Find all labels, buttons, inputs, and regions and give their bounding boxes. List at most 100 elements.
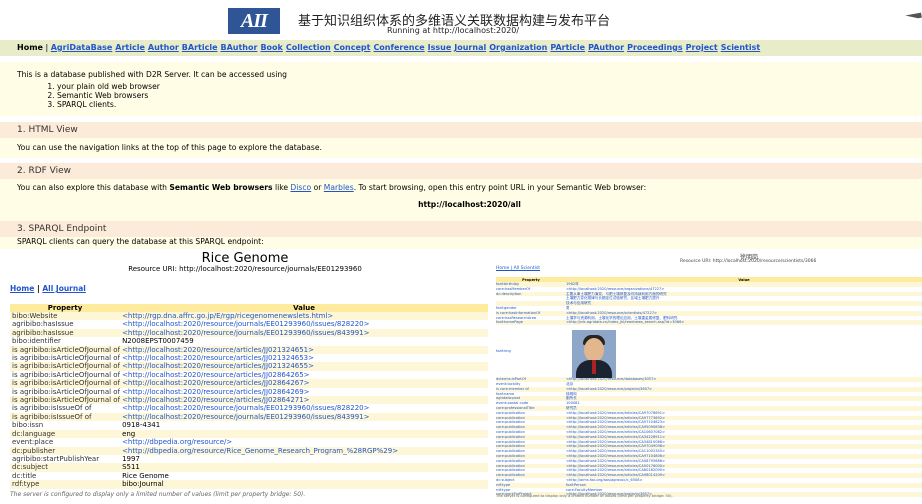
property-cell[interactable]: dc:title [10,471,121,481]
property-cell[interactable]: agribibo:hasIssue [10,328,121,338]
breadcrumb-all-journal[interactable]: All Journal [42,284,86,293]
value-cell[interactable]: <http://localhost:2020/resource/articles… [120,387,488,397]
nav-link-project[interactable]: Project [686,43,718,52]
nav-link-pauthor[interactable]: PAuthor [588,43,624,52]
marbles-link[interactable]: Marbles [324,183,354,192]
table-row: is agribibo:isArticleOfJournal of <http:/… [10,379,488,388]
property-cell[interactable]: dc:language [10,429,121,439]
value-cell[interactable]: <http://localhost:2020/resource/journals… [120,328,488,338]
scientist-breadcrumb[interactable]: Home | All Scientist [496,266,540,271]
property-cell[interactable]: is agribibo:isArticleOfJournal of [10,387,121,397]
rdf-view-text: You can also explore this database with … [17,183,922,192]
value-cell[interactable] [566,325,922,377]
property-cell[interactable]: is agribibo:isIssueOf of [10,404,121,413]
nav-link-particle[interactable]: PArticle [550,43,585,52]
sparql-heading: 3. SPARQL Endpoint [0,221,922,237]
server-running-text: Running at http://localhost:2020/ [387,26,520,35]
rdf-text-pre: You can also explore this database with [17,183,167,192]
property-cell[interactable]: is agribibo:isArticleOfJournal of [10,362,121,371]
scientist-uri: Resource URI: http://localhost:2020/reso… [680,259,817,264]
table-row: foaf:img [496,325,922,377]
resource-uri: Resource URI: http://localhost:2020/reso… [128,265,362,273]
property-cell[interactable]: is agribibo:isIssueOf of [10,412,121,422]
property-cell[interactable]: bibo:identifier [10,337,121,346]
list-item: SPARQL clients. [57,100,922,109]
value-cell: N2008EPST0007459 [120,337,488,346]
nav-link-journal[interactable]: Journal [454,43,486,52]
value-cell[interactable]: <http://dbpedia.org/resource/Rice_Genome… [120,446,488,455]
nav-link-article[interactable]: Article [115,43,145,52]
property-cell[interactable]: bibo:Website [10,312,121,321]
value-cell[interactable]: <http://rgp.dna.affrc.go.jp/E/rgp/ricege… [120,312,488,321]
value-cell[interactable]: <http://localhost:2020/resource/journals… [120,404,488,413]
property-cell[interactable]: agribibo:startPublishYear [10,454,121,464]
nav-link-issue[interactable]: Issue [428,43,452,52]
property-cell[interactable]: is agribibo:isArticleOfJournal of [10,354,121,363]
scientist-limit-note: The server is configured to display only… [496,494,673,498]
property-cell[interactable]: foaf:img [496,325,566,377]
page-header: AII 基于知识组织体系的多维语义关联数据构建与发布平台 Running at … [0,0,922,40]
value-cell[interactable]: <http://dbpedia.org/resource/> [120,438,488,447]
value-cell[interactable]: <http://localhost:2020/resource/journals… [120,320,488,329]
sparql-text: SPARQL clients can query the database at… [0,237,922,249]
list-item: Semantic Web browsers [57,91,922,100]
value-cell[interactable]: <http://localhost:2020/resource/articles… [120,362,488,371]
property-cell[interactable]: is agribibo:isArticleOfJournal of [10,370,121,380]
scientist-property-table: Property Value foaf:birthday 1962年 core:ha… [496,277,922,498]
table-row: agribibo:hasIssue <http://localhost:2020/… [10,328,488,338]
table-row: is agribibo:isArticleOfJournal of <http:/… [10,362,488,371]
nav-link-scientist[interactable]: Scientist [721,43,761,52]
table-row: is agribibo:isArticleOfJournal of <http:/… [10,354,488,363]
table-row: is agribibo:isArticleOfJournal of <http:/… [10,370,488,380]
cursor-arrow-icon [905,12,922,26]
property-cell[interactable]: bibo:issn [10,421,121,430]
table-row: dc:title Rice Genome [10,471,488,481]
nav-link-bauthor[interactable]: BAuthor [221,43,258,52]
nav-link-barticle[interactable]: BArticle [182,43,218,52]
property-cell[interactable]: is agribibo:isArticleOfJournal of [10,379,121,388]
table-row: dc:language eng [10,429,488,439]
table-row: event:place <http://dbpedia.org/resource/… [10,438,488,447]
property-cell[interactable]: rdf:type [10,480,121,489]
column-header-value: Value [120,304,488,312]
nav-link-proceedings[interactable]: Proceedings [627,43,683,52]
table-row: agribibo:startPublishYear 1997 [10,454,488,464]
value-cell: 0918-4341 [120,421,488,430]
property-cell[interactable]: event:place [10,438,121,447]
nav-link-book[interactable]: Book [260,43,282,52]
rdf-view-section: You can also explore this database with … [0,179,922,221]
value-cell[interactable]: <http://localhost:2020/resource/articles… [120,396,488,405]
nav-link-conference[interactable]: Conference [373,43,424,52]
scientist-photo [572,330,616,378]
value-cell[interactable]: <http://localhost:2020/resource/journals… [120,412,488,422]
value-cell[interactable]: <http://localhost:2020/resource/articles… [120,379,488,388]
nav-link-collection[interactable]: Collection [286,43,331,52]
property-cell[interactable]: agribibo:hasIssue [10,320,121,329]
entry-point-url[interactable]: http://localhost:2020/all [17,200,922,209]
nav-link-concept[interactable]: Concept [334,43,371,52]
disco-link[interactable]: Disco [290,183,311,192]
breadcrumb-home[interactable]: Home [10,284,34,293]
nav-link-author[interactable]: Author [148,43,179,52]
value-cell: bibo:Journal [120,480,488,489]
table-row: agribibo:hasIssue <http://localhost:2020/… [10,320,488,329]
property-cell[interactable]: is agribibo:isArticleOfJournal of [10,396,121,405]
value-cell[interactable]: <http://localhost:2020/resource/articles… [120,354,488,363]
property-cell[interactable]: dc:publisher [10,446,121,455]
breadcrumb-separator: | [36,284,40,293]
table-row: is agribibo:isArticleOfJournal of <http:/… [10,345,488,355]
html-view-text: You can use the navigation links at the … [0,138,922,158]
property-cell[interactable]: dc:subject [10,463,121,472]
table-row: bibo:Website <http://rgp.dna.affrc.go.jp/… [10,312,488,321]
platform-logo: AII [228,8,280,34]
value-cell[interactable]: <http://localhost:2020/resource/articles… [120,370,488,380]
nav-home[interactable]: Home [17,43,43,52]
value-cell[interactable]: <http://localhost:2020/resource/articles… [120,345,488,355]
property-cell[interactable]: is agribibo:isArticleOfJournal of [10,345,121,355]
rdf-text-like: like [274,183,288,192]
resource-breadcrumb: Home | All Journal [10,284,86,293]
value-cell: S511 [120,463,488,472]
nav-link-organization[interactable]: Organization [489,43,547,52]
value-cell: eng [120,429,488,439]
nav-link-agridatabase[interactable]: AgriDataBase [51,43,113,52]
